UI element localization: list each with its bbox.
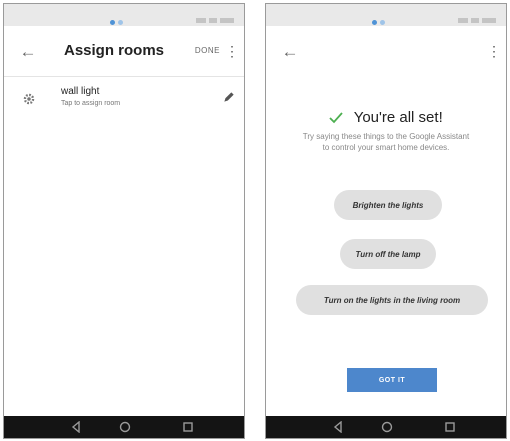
success-title: You're all set!: [353, 109, 443, 127]
status-bar: [266, 4, 506, 26]
app-bar: ← Assign rooms DONE ⋮: [4, 26, 244, 77]
nav-home-icon[interactable]: [117, 419, 133, 435]
success-heading: You're all set!: [266, 109, 506, 127]
page-title: Assign rooms: [64, 42, 165, 59]
arrow-left-icon[interactable]: ←: [278, 39, 302, 63]
suggestion-chip[interactable]: Turn off the lamp: [340, 239, 436, 269]
success-description: Try saying these things to the Google As…: [302, 132, 470, 152]
suggestion-chip[interactable]: Turn on the lights in the living room: [296, 285, 488, 315]
device-name: wall light: [61, 86, 100, 97]
status-bar: [4, 4, 244, 26]
device-list-item[interactable]: wall light Tap to assign room: [4, 82, 244, 122]
got-it-button[interactable]: GOT IT: [347, 368, 437, 392]
assign-rooms-screen: ← Assign rooms DONE ⋮ wall light Tap to …: [3, 3, 245, 439]
nav-recent-icon[interactable]: [442, 419, 458, 435]
all-set-screen: ← ⋮ You're all set! Try saying these thi…: [265, 3, 507, 439]
check-icon: [329, 112, 343, 124]
more-vertical-icon[interactable]: ⋮: [486, 39, 502, 63]
android-nav-bar: [266, 416, 506, 438]
nav-recent-icon[interactable]: [180, 419, 196, 435]
arrow-left-icon[interactable]: ←: [16, 39, 40, 63]
nav-back-icon[interactable]: [330, 419, 346, 435]
settings-gear-icon: [23, 93, 35, 105]
device-subtitle: Tap to assign room: [61, 100, 121, 107]
nav-home-icon[interactable]: [379, 419, 395, 435]
more-vertical-icon[interactable]: ⋮: [224, 39, 240, 63]
app-bar: ← ⋮: [266, 26, 506, 76]
android-nav-bar: [4, 416, 244, 438]
suggestion-chip[interactable]: Brighten the lights: [334, 190, 442, 220]
pencil-icon[interactable]: [222, 90, 236, 104]
done-button[interactable]: DONE: [195, 46, 220, 55]
nav-back-icon[interactable]: [68, 419, 84, 435]
